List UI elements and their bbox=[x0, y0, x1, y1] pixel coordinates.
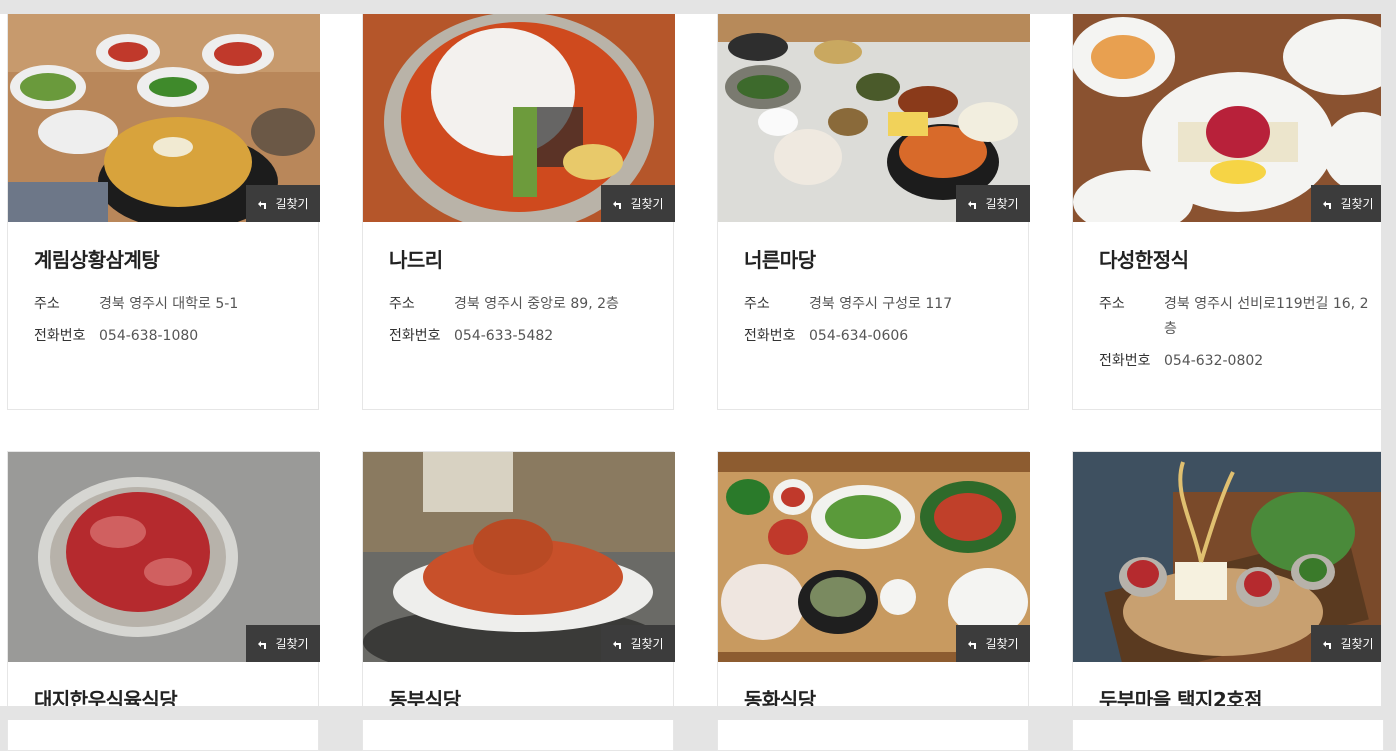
overlay-frame-bottom bbox=[0, 706, 1396, 720]
address-value: 경북 영주시 대학로 5-1 bbox=[99, 296, 239, 312]
address-label: 주소 bbox=[744, 296, 770, 312]
directions-button[interactable]: 길찾기 bbox=[1311, 625, 1385, 662]
food-photo: 길찾기 bbox=[8, 452, 320, 662]
turn-arrow-icon bbox=[613, 640, 622, 649]
phone-value: 054-634-0606 bbox=[809, 328, 909, 344]
turn-arrow-icon bbox=[968, 640, 977, 649]
address-label: 주소 bbox=[1099, 296, 1125, 312]
phone-label: 전화번호 bbox=[744, 328, 796, 344]
restaurant-info: 주소 경북 영주시 구성로 117 전화번호 054-634-0606 bbox=[744, 292, 1014, 356]
address-label: 주소 bbox=[389, 296, 415, 312]
turn-arrow-icon bbox=[1323, 200, 1332, 209]
food-photo: 길찾기 bbox=[1073, 12, 1385, 222]
directions-button[interactable]: 길찾기 bbox=[246, 625, 320, 662]
food-photo: 길찾기 bbox=[1073, 452, 1385, 662]
turn-arrow-icon bbox=[258, 200, 267, 209]
turn-arrow-icon bbox=[1323, 640, 1332, 649]
directions-label: 길찾기 bbox=[275, 637, 309, 651]
turn-arrow-icon bbox=[968, 200, 977, 209]
directions-label: 길찾기 bbox=[1340, 197, 1374, 211]
directions-button[interactable]: 길찾기 bbox=[601, 185, 675, 222]
restaurant-card[interactable]: 길찾기 계림상황삼계탕 주소 경북 영주시 대학로 5-1 전화번호 054-638… bbox=[7, 11, 320, 410]
address-value: 경북 영주시 중앙로 89, 2층 bbox=[454, 296, 619, 312]
directions-button[interactable]: 길찾기 bbox=[246, 185, 320, 222]
address-value: 경북 영주시 선비로119번길 16, 2층 bbox=[1164, 296, 1369, 337]
restaurant-grid: 길찾기 계림상황삼계탕 주소 경북 영주시 대학로 5-1 전화번호 054-638… bbox=[0, 0, 1396, 751]
phone-label: 전화번호 bbox=[34, 328, 86, 344]
restaurant-card[interactable]: 길찾기 나드리 주소 경북 영주시 중앙로 89, 2층 전화번호 054-633-… bbox=[362, 11, 675, 410]
restaurant-name: 다성한정식 bbox=[1099, 248, 1189, 272]
food-photo: 길찾기 bbox=[363, 452, 675, 662]
phone-value: 054-638-1080 bbox=[99, 328, 199, 344]
food-photo: 길찾기 bbox=[8, 12, 320, 222]
directions-label: 길찾기 bbox=[1340, 637, 1374, 651]
restaurant-card[interactable]: 길찾기 다성한정식 주소 경북 영주시 선비로119번길 16, 2층 전화번호 0… bbox=[1072, 11, 1385, 410]
directions-label: 길찾기 bbox=[985, 637, 1019, 651]
restaurant-info: 주소 경북 영주시 중앙로 89, 2층 전화번호 054-633-5482 bbox=[389, 292, 659, 356]
directions-button[interactable]: 길찾기 bbox=[601, 625, 675, 662]
food-photo: 길찾기 bbox=[718, 452, 1030, 662]
restaurant-card[interactable]: 길찾기 너른마당 주소 경북 영주시 구성로 117 전화번호 054-634-06… bbox=[717, 11, 1030, 410]
directions-label: 길찾기 bbox=[630, 637, 664, 651]
food-photo: 길찾기 bbox=[363, 12, 675, 222]
food-photo: 길찾기 bbox=[718, 12, 1030, 222]
restaurant-info: 주소 경북 영주시 대학로 5-1 전화번호 054-638-1080 bbox=[34, 292, 304, 356]
directions-button[interactable]: 길찾기 bbox=[956, 625, 1030, 662]
restaurant-name: 너른마당 bbox=[744, 248, 816, 272]
restaurant-name: 계림상황삼계탕 bbox=[34, 248, 160, 272]
phone-label: 전화번호 bbox=[389, 328, 441, 344]
phone-value: 054-632-0802 bbox=[1164, 353, 1264, 369]
overlay-frame-right bbox=[1381, 0, 1396, 720]
directions-button[interactable]: 길찾기 bbox=[1311, 185, 1385, 222]
restaurant-name: 나드리 bbox=[389, 248, 443, 272]
directions-label: 길찾기 bbox=[275, 197, 309, 211]
directions-button[interactable]: 길찾기 bbox=[956, 185, 1030, 222]
directions-label: 길찾기 bbox=[630, 197, 664, 211]
turn-arrow-icon bbox=[613, 200, 622, 209]
overlay-frame-top bbox=[0, 0, 1396, 14]
turn-arrow-icon bbox=[258, 640, 267, 649]
phone-value: 054-633-5482 bbox=[454, 328, 554, 344]
phone-label: 전화번호 bbox=[1099, 353, 1151, 369]
directions-label: 길찾기 bbox=[985, 197, 1019, 211]
restaurant-info: 주소 경북 영주시 선비로119번길 16, 2층 전화번호 054-632-080… bbox=[1099, 292, 1369, 381]
address-label: 주소 bbox=[34, 296, 60, 312]
address-value: 경북 영주시 구성로 117 bbox=[809, 296, 953, 312]
